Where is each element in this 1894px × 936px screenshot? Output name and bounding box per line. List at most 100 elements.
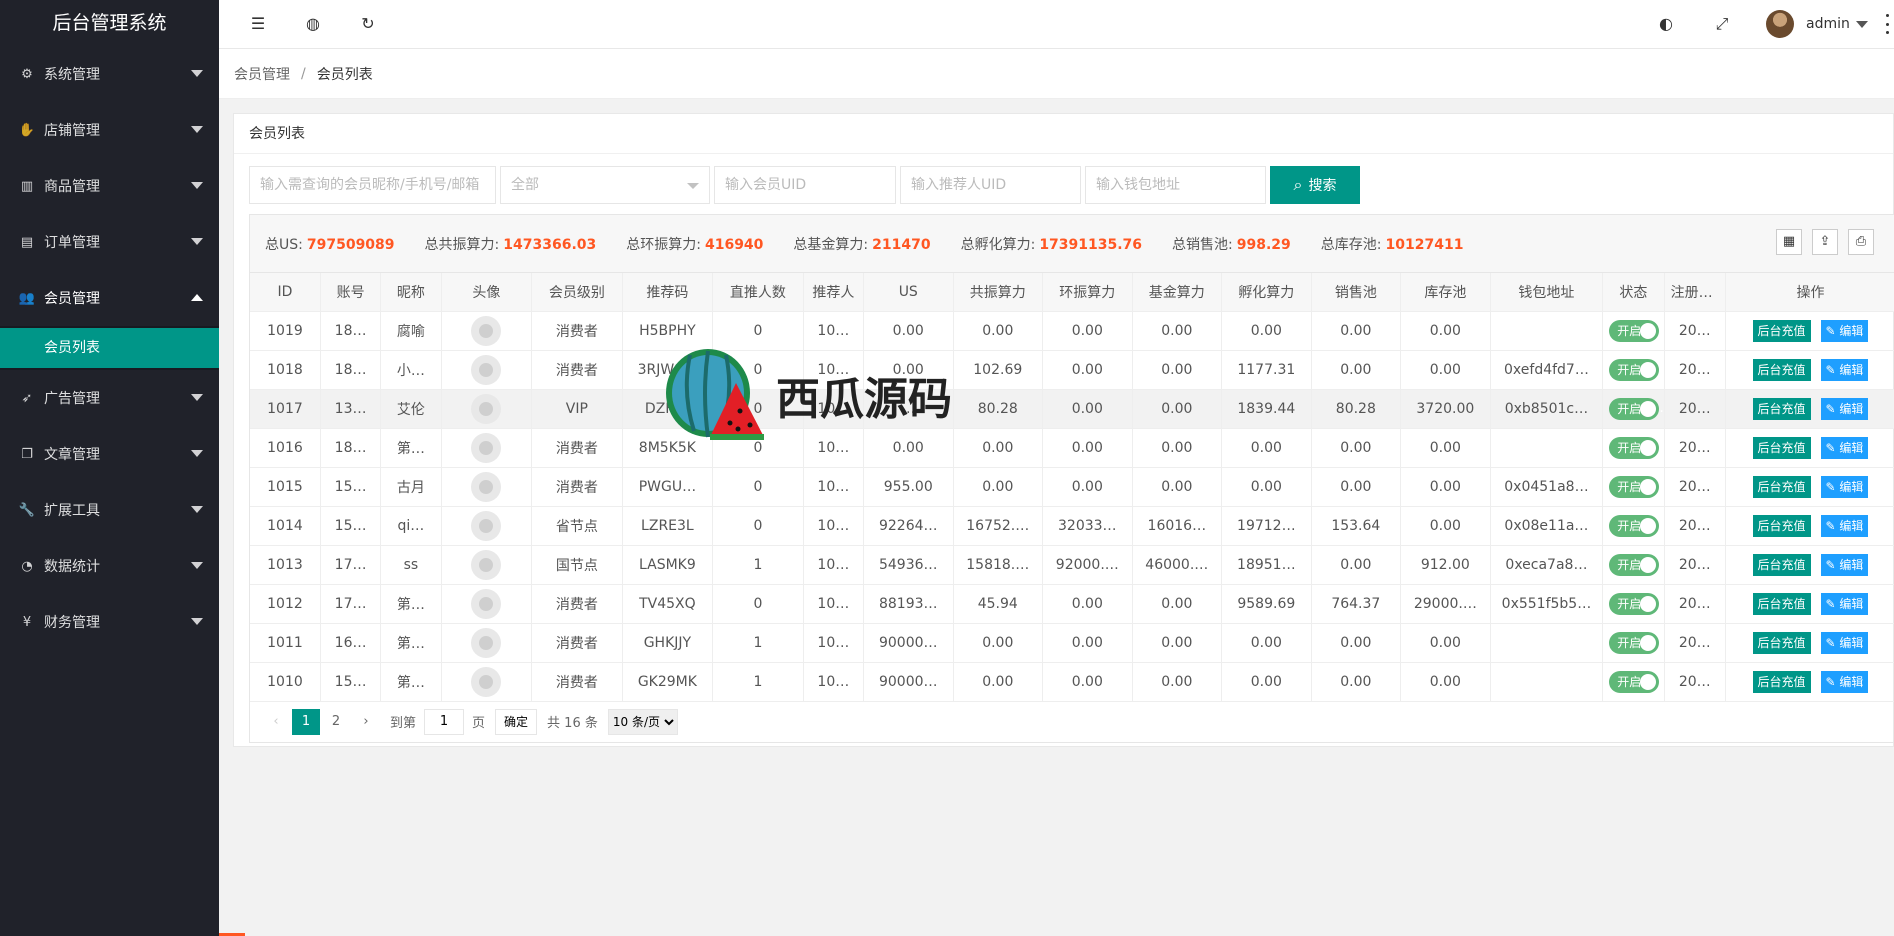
column-header[interactable]: 昵称 [380,273,442,312]
member-level-select[interactable]: 全部 [500,166,710,204]
table-row[interactable]: 1018 18… 小… 消费者 3RJW9… 0 10… 0.00 102.69 0.00 0.00… [250,350,1894,390]
table-row[interactable]: 1015 15… 古月 消费者 PWGU… 0 10… 955.00 0.00 0.00 0.00 0… [250,467,1894,507]
column-header[interactable]: US [863,273,954,312]
goto-page-input[interactable] [424,708,465,735]
member-avatar[interactable] [471,432,502,463]
sidebar-item-7[interactable]: 🔧 扩展工具 [0,482,219,538]
status-toggle[interactable]: 开启 [1609,319,1660,342]
member-avatar[interactable] [471,588,502,619]
column-header[interactable]: 共振算力 [953,273,1044,312]
table-row[interactable]: 1013 17… ss 国节点 LASMK9 1 10… 54936… 15818.… 92000… [250,545,1894,585]
referrer-uid-input[interactable] [900,166,1081,204]
recharge-button[interactable]: 后台充值 [1752,397,1811,420]
goto-confirm-button[interactable]: 确定 [495,708,538,735]
fullscreen-icon[interactable]: ⤢ [1711,13,1733,35]
globe-icon[interactable]: ◍ [302,13,324,35]
status-toggle[interactable]: 开启 [1609,397,1660,420]
column-header[interactable]: 会员级别 [531,273,623,312]
table-row[interactable]: 1011 16… 第… 消费者 GHKJJY 1 10… 90000… 0.00 0.00 0.00… [250,623,1894,663]
column-header[interactable]: 账号 [320,273,382,312]
recharge-button[interactable]: 后台充值 [1752,436,1811,459]
member-avatar[interactable] [471,627,502,658]
column-header[interactable]: 推荐人 [803,273,865,312]
recharge-button[interactable]: 后台充值 [1752,553,1811,576]
sidebar-item-2[interactable]: ▥ 商品管理 [0,158,219,214]
member-uid-input[interactable] [714,166,896,204]
wallet-address-input[interactable] [1085,166,1266,204]
member-avatar[interactable] [471,393,502,424]
column-header[interactable]: 环振算力 [1042,273,1133,312]
more-vertical-icon[interactable] [1884,14,1890,34]
edit-button[interactable]: ✎ 编辑 [1820,475,1869,498]
sidebar-item-5[interactable]: ➶ 广告管理 [0,370,219,426]
table-row[interactable]: 1012 17… 第… 消费者 TV45XQ 0 10… 88193… 45.94 0.00 0.0… [250,584,1894,624]
table-row[interactable]: 1017 13… 艾伦 VIP DZH… 0 10…… 80.28 0.00 0.00 1839.4… [250,389,1894,429]
next-page-icon[interactable]: › [352,709,380,735]
sidebar-item-6[interactable]: ❐ 文章管理 [0,426,219,482]
edit-button[interactable]: ✎ 编辑 [1820,397,1869,420]
table-row[interactable]: 1019 18… 腐喻 消费者 H5BPHY 0 10… 0.00 0.00 0.00 0.00 0.… [250,311,1894,351]
sidebar-item-8[interactable]: ◔ 数据统计 [0,538,219,594]
print-icon[interactable]: ⎙ [1848,229,1874,255]
member-avatar[interactable] [471,315,502,346]
column-header[interactable]: 操作 [1725,273,1894,312]
table-row[interactable]: 1014 15… qi… 省节点 LZRE3L 0 10… 92264… 16752.… 3203… [250,506,1894,546]
status-toggle[interactable]: 开启 [1609,475,1660,498]
member-avatar[interactable] [471,549,502,580]
column-header[interactable]: ID [250,273,321,312]
column-header[interactable]: 直推人数 [712,273,804,312]
column-header[interactable]: 状态 [1602,273,1665,312]
page-size-select[interactable]: 10 条/页 [607,708,678,735]
sidebar-item-9[interactable]: ¥ 财务管理 [0,594,219,650]
table-row[interactable]: 1016 18… 第… 消费者 8M5K5K 0 10… 0.00 0.00 0.00 0.00 0.… [250,428,1894,468]
edit-button[interactable]: ✎ 编辑 [1820,631,1869,654]
page-number[interactable]: 1 [292,708,320,735]
keyword-search-input[interactable] [249,166,496,204]
status-toggle[interactable]: 开启 [1609,553,1660,576]
theme-palette-icon[interactable]: ◐ [1655,13,1677,35]
user-menu[interactable]: admin [1766,9,1868,39]
column-header[interactable]: 库存池 [1400,273,1491,312]
edit-button[interactable]: ✎ 编辑 [1820,319,1869,342]
edit-button[interactable]: ✎ 编辑 [1820,553,1869,576]
edit-button[interactable]: ✎ 编辑 [1820,670,1869,693]
recharge-button[interactable]: 后台充值 [1752,475,1811,498]
breadcrumb-parent[interactable]: 会员管理 [234,64,290,84]
export-icon[interactable]: ⇪ [1812,229,1838,255]
sidebar-item-4[interactable]: 👥 会员管理 [0,270,219,326]
member-avatar[interactable] [471,471,502,502]
recharge-button[interactable]: 后台充值 [1752,319,1811,342]
recharge-button[interactable]: 后台充值 [1752,358,1811,381]
status-toggle[interactable]: 开启 [1609,436,1660,459]
status-toggle[interactable]: 开启 [1609,358,1660,381]
search-button[interactable]: ⌕ 搜索 [1270,166,1360,204]
member-avatar[interactable] [471,354,502,385]
column-header[interactable]: 钱包地址 [1490,273,1604,312]
sidebar-item-1[interactable]: ✋ 店铺管理 [0,102,219,158]
sidebar-item-3[interactable]: ▤ 订单管理 [0,214,219,270]
column-header[interactable]: 推荐码 [622,273,714,312]
recharge-button[interactable]: 后台充值 [1752,514,1811,537]
recharge-button[interactable]: 后台充值 [1752,631,1811,654]
status-toggle[interactable]: 开启 [1609,514,1660,537]
prev-page-icon[interactable]: ‹ [262,709,290,735]
member-avatar[interactable] [471,510,502,541]
status-toggle[interactable]: 开启 [1609,592,1660,615]
edit-button[interactable]: ✎ 编辑 [1820,358,1869,381]
refresh-icon[interactable]: ↻ [357,13,379,35]
edit-button[interactable]: ✎ 编辑 [1820,592,1869,615]
status-toggle[interactable]: 开启 [1609,670,1660,693]
table-row[interactable]: 1010 15… 第… 消费者 GK29MK 1 10… 90000… 0.00 0.00 0.00… [250,662,1894,702]
recharge-button[interactable]: 后台充值 [1752,592,1811,615]
menu-fold-icon[interactable]: ☰ [247,13,269,35]
member-avatar[interactable] [471,666,502,697]
page-number[interactable]: 2 [322,709,350,735]
recharge-button[interactable]: 后台充值 [1752,670,1811,693]
columns-filter-icon[interactable]: ▦ [1776,229,1802,255]
edit-button[interactable]: ✎ 编辑 [1820,514,1869,537]
sidebar-subitem-member-list[interactable]: 会员列表 [0,328,219,368]
sidebar-item-0[interactable]: ⚙ 系统管理 [0,46,219,102]
column-header[interactable]: 注册时间 [1664,273,1726,312]
column-header[interactable]: 基金算力 [1132,273,1223,312]
column-header[interactable]: 孵化算力 [1221,273,1312,312]
